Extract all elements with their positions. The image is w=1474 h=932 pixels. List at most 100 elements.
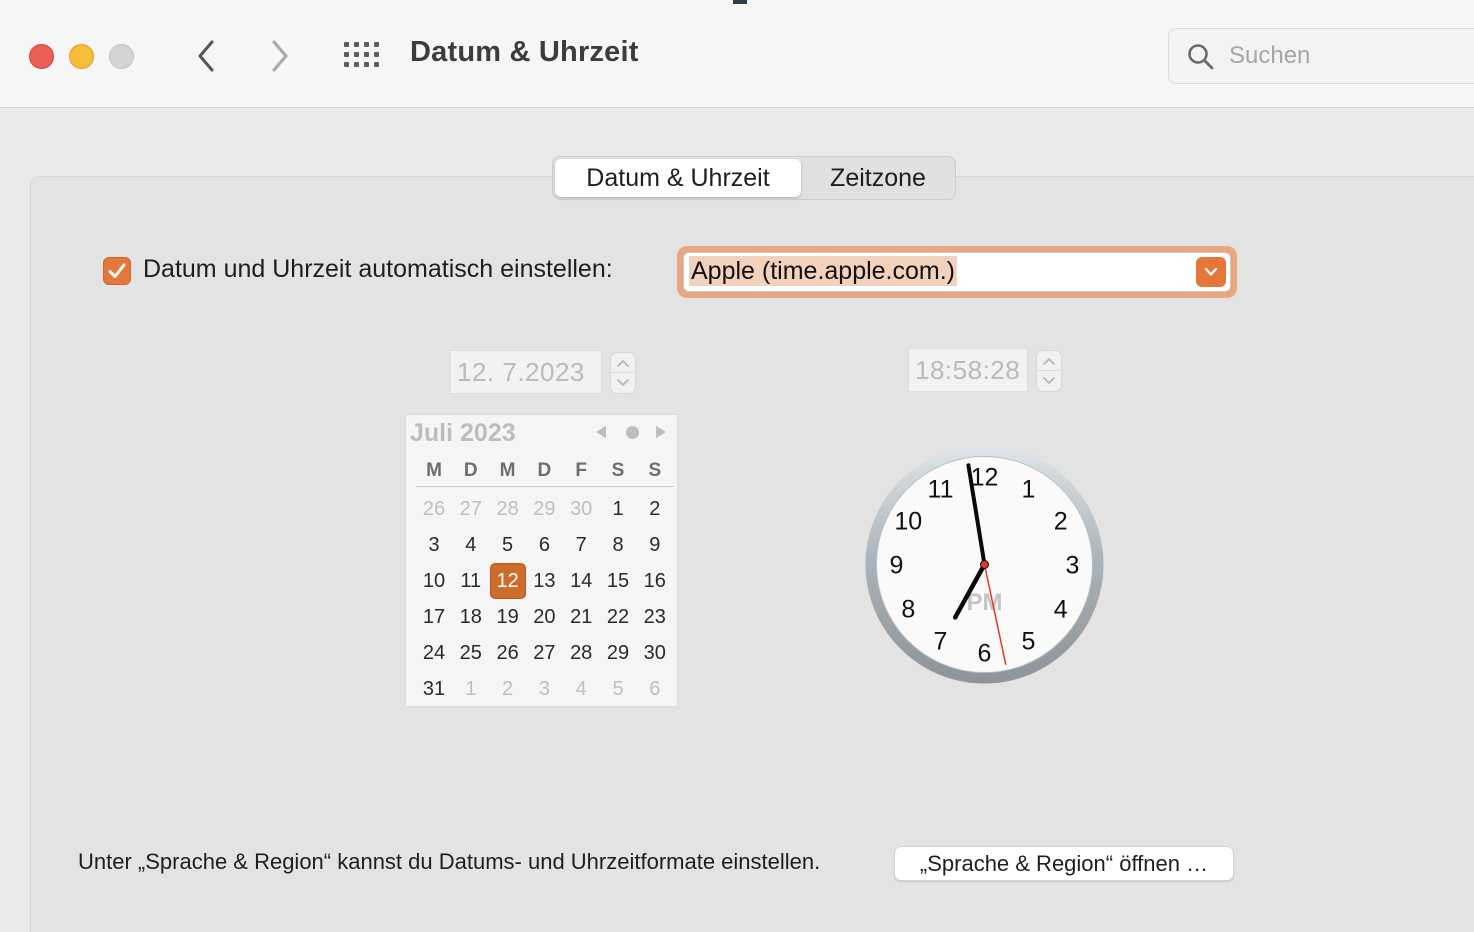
search-field[interactable] xyxy=(1168,28,1474,84)
previous-month-icon[interactable] xyxy=(594,425,608,439)
calendar-day[interactable]: 27 xyxy=(453,491,489,527)
clock-number: 4 xyxy=(1054,596,1068,624)
calendar-day[interactable]: 29 xyxy=(526,491,562,527)
search-input[interactable] xyxy=(1229,39,1469,73)
calendar-day[interactable]: 23 xyxy=(637,599,673,635)
calendar-day[interactable]: 24 xyxy=(416,635,452,671)
toolbar-accent xyxy=(733,0,747,4)
back-button[interactable] xyxy=(188,38,224,74)
calendar-weekday-label: F xyxy=(575,460,587,481)
zoom-window-button[interactable] xyxy=(109,44,134,69)
calendar-weekday-label: M xyxy=(426,460,442,481)
calendar-day[interactable]: 26 xyxy=(416,491,452,527)
calendar-day[interactable]: 4 xyxy=(563,671,599,707)
calendar-day[interactable]: 28 xyxy=(563,635,599,671)
calendar-day[interactable]: 28 xyxy=(490,491,526,527)
calendar-day[interactable]: 11 xyxy=(453,563,489,599)
open-language-region-button[interactable]: „Sprache & Region“ öffnen … xyxy=(894,846,1234,881)
clock-number: 7 xyxy=(934,628,948,656)
calendar-day[interactable]: 14 xyxy=(563,563,599,599)
chevron-right-icon xyxy=(272,40,288,72)
clock-period-label: PM xyxy=(967,589,1003,616)
clock-number: 6 xyxy=(978,640,992,668)
calendar-day[interactable]: 12 xyxy=(489,563,526,599)
calendar-day[interactable]: 9 xyxy=(637,527,673,563)
calendar-day[interactable]: 1 xyxy=(600,491,636,527)
window-toolbar: Datum & Uhrzeit xyxy=(0,0,1474,108)
next-month-icon[interactable] xyxy=(654,425,668,439)
calendar-day[interactable]: 5 xyxy=(490,527,526,563)
clock-number: 9 xyxy=(890,552,904,580)
calendar-day[interactable]: 6 xyxy=(637,671,673,707)
chevron-up-icon xyxy=(1043,357,1055,365)
calendar-day[interactable]: 19 xyxy=(490,599,526,635)
date-decrement-button[interactable] xyxy=(611,373,635,393)
chevron-left-icon xyxy=(198,40,214,72)
calendar-day[interactable]: 26 xyxy=(490,635,526,671)
window-title: Datum & Uhrzeit xyxy=(410,36,639,68)
time-decrement-button[interactable] xyxy=(1037,371,1061,391)
calendar-day[interactable]: 4 xyxy=(453,527,489,563)
chevron-up-icon xyxy=(617,359,629,367)
calendar-day[interactable]: 30 xyxy=(563,491,599,527)
calendar-day[interactable]: 31 xyxy=(416,671,452,707)
time-field[interactable]: 18:58:28 xyxy=(908,348,1028,392)
close-window-button[interactable] xyxy=(29,44,54,69)
time-stepper[interactable] xyxy=(1036,350,1062,392)
forward-button[interactable] xyxy=(262,38,298,74)
time-server-value[interactable]: Apple (time.apple.com.) xyxy=(689,256,958,286)
calendar-day[interactable]: 21 xyxy=(563,599,599,635)
calendar-day[interactable]: 30 xyxy=(637,635,673,671)
region-hint-text: Unter „Sprache & Region“ kannst du Datum… xyxy=(78,849,821,874)
calendar[interactable]: Juli 2023 MDMDFSS 26 27 28 29 30 1 2 3 4 5 6 7 8 9 10 1… xyxy=(405,414,678,707)
calendar-day[interactable]: 8 xyxy=(600,527,636,563)
today-dot-icon[interactable] xyxy=(626,426,639,439)
tab-bar: Datum & Uhrzeit Zeitzone xyxy=(552,156,956,200)
calendar-weekday-label: S xyxy=(611,460,625,481)
calendar-weekday-label: D xyxy=(537,460,552,481)
calendar-day[interactable]: 17 xyxy=(416,599,452,635)
calendar-day[interactable]: 16 xyxy=(637,563,673,599)
calendar-day[interactable]: 15 xyxy=(600,563,636,599)
clock-number: 12 xyxy=(971,464,999,492)
calendar-weekday-label: S xyxy=(648,460,662,481)
time-increment-button[interactable] xyxy=(1037,351,1061,371)
clock-number: 3 xyxy=(1066,552,1080,580)
date-stepper[interactable] xyxy=(610,352,636,394)
calendar-day[interactable]: 22 xyxy=(600,599,636,635)
calendar-day[interactable]: 5 xyxy=(600,671,636,707)
clock-number: 2 xyxy=(1054,508,1068,536)
show-all-grid-icon[interactable] xyxy=(342,40,382,72)
tab-datum-uhrzeit[interactable]: Datum & Uhrzeit xyxy=(555,159,801,197)
calendar-day[interactable]: 20 xyxy=(526,599,562,635)
clock-number: 10 xyxy=(894,508,922,536)
checkmark-icon xyxy=(108,263,126,278)
server-dropdown-button[interactable] xyxy=(1196,257,1226,287)
clock-number: 1 xyxy=(1022,475,1036,503)
calendar-day[interactable]: 3 xyxy=(526,671,562,707)
auto-set-checkbox[interactable] xyxy=(103,257,131,285)
calendar-day[interactable]: 1 xyxy=(453,671,489,707)
calendar-day[interactable]: 2 xyxy=(490,671,526,707)
calendar-day[interactable]: 3 xyxy=(416,527,452,563)
calendar-day[interactable]: 7 xyxy=(563,527,599,563)
time-server-combobox[interactable]: Apple (time.apple.com.) xyxy=(683,252,1231,292)
calendar-day[interactable]: 6 xyxy=(526,527,562,563)
calendar-day[interactable]: 13 xyxy=(526,563,562,599)
calendar-day[interactable]: 10 xyxy=(416,563,452,599)
clock-number: 8 xyxy=(901,596,915,624)
calendar-day[interactable]: 27 xyxy=(526,635,562,671)
date-field[interactable]: 12. 7.2023 xyxy=(450,350,602,394)
minimize-window-button[interactable] xyxy=(69,44,94,69)
tab-zeitzone[interactable]: Zeitzone xyxy=(803,159,953,197)
calendar-day[interactable]: 18 xyxy=(453,599,489,635)
calendar-day[interactable]: 25 xyxy=(453,635,489,671)
chevron-down-icon xyxy=(1043,377,1055,384)
calendar-weekday-label: D xyxy=(463,460,478,481)
calendar-day[interactable]: 29 xyxy=(600,635,636,671)
search-icon xyxy=(1188,44,1214,70)
calendar-day[interactable]: 2 xyxy=(637,491,673,527)
calendar-weekday-header: MDMDFSS xyxy=(416,459,674,487)
auto-set-label: Datum und Uhrzeit automatisch einstellen… xyxy=(143,255,613,283)
date-increment-button[interactable] xyxy=(611,353,635,373)
